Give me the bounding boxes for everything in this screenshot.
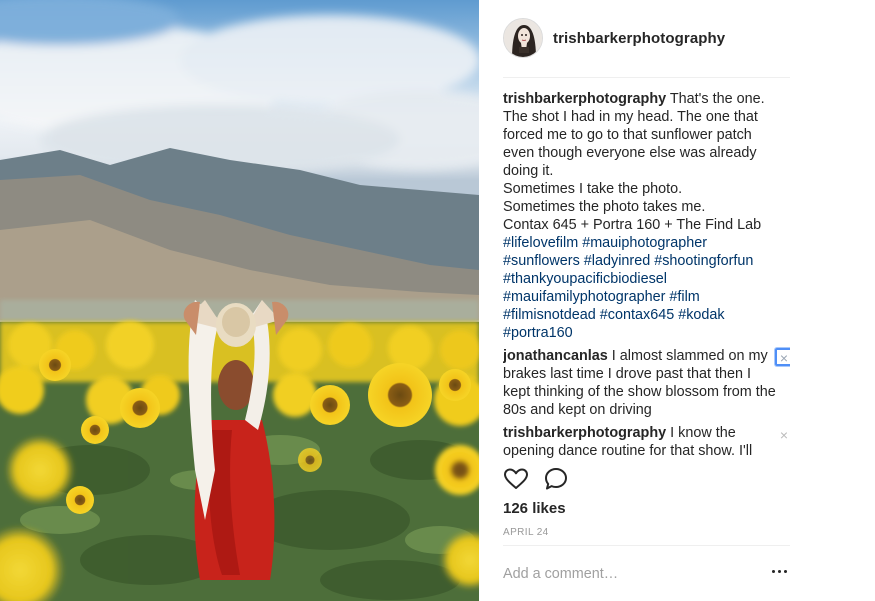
comment-username-link[interactable]: jonathancanlas bbox=[503, 348, 608, 364]
comment-item: trishbarkerphotography I know the openin… bbox=[503, 424, 790, 458]
post-header: trishbarkerphotography bbox=[503, 18, 790, 78]
hashtag-link[interactable]: #portra160 bbox=[503, 325, 573, 341]
add-comment-input[interactable] bbox=[503, 564, 753, 584]
caption-username-link[interactable]: trishbarkerphotography bbox=[503, 91, 666, 107]
hashtag-link[interactable]: #kodak bbox=[678, 307, 724, 323]
caption: trishbarkerphotography That's the one. T… bbox=[503, 90, 790, 342]
delete-comment-icon[interactable]: × bbox=[775, 425, 790, 443]
caption-text-3: Sometimes the photo takes me. bbox=[503, 199, 706, 215]
hashtag-link[interactable]: #contax645 bbox=[600, 307, 674, 323]
hashtag-link[interactable]: #sunflowers bbox=[503, 253, 580, 269]
hashtag-link[interactable]: #thankyoupacificbiodiesel bbox=[503, 271, 667, 287]
likes-count[interactable]: 126 likes bbox=[503, 500, 566, 517]
caption-text-2: Sometimes I take the photo. bbox=[503, 181, 683, 197]
hashtag-link[interactable]: #filmisnotdead bbox=[503, 307, 596, 323]
post-date[interactable]: APRIL 24 bbox=[503, 527, 549, 538]
sunflower-field-image bbox=[0, 0, 479, 601]
username-link[interactable]: trishbarkerphotography bbox=[553, 30, 725, 47]
post-details-pane: trishbarkerphotography trishbarkerphotog… bbox=[479, 0, 875, 601]
hashtag-link[interactable]: #film bbox=[669, 289, 699, 305]
more-options-icon[interactable] bbox=[772, 568, 788, 574]
avatar[interactable] bbox=[503, 18, 543, 58]
comments-list[interactable]: trishbarkerphotography That's the one. T… bbox=[503, 90, 790, 458]
caption-text-4: Contax 645 + Portra 160 + The Find Lab bbox=[503, 217, 762, 233]
hashtag-link[interactable]: #shootingforfun bbox=[654, 253, 753, 269]
hashtag-link[interactable]: #lifelovefilm bbox=[503, 235, 578, 251]
hashtag-link[interactable]: #ladyinred bbox=[584, 253, 650, 269]
heart-icon[interactable] bbox=[503, 466, 529, 492]
hashtag-link[interactable]: #mauifamilyphotographer bbox=[503, 289, 665, 305]
avatar-portrait-icon bbox=[504, 19, 542, 57]
delete-comment-icon[interactable]: × bbox=[775, 348, 790, 366]
post-photo[interactable] bbox=[0, 0, 479, 601]
comment-item: jonathancanlas I almost slammed on my br… bbox=[503, 347, 790, 419]
comment-username-link[interactable]: trishbarkerphotography bbox=[503, 425, 666, 441]
comment-icon[interactable] bbox=[543, 466, 569, 492]
hashtag-link[interactable]: #mauiphotographer bbox=[582, 235, 707, 251]
add-comment-bar bbox=[503, 545, 790, 601]
post-dialog: trishbarkerphotography trishbarkerphotog… bbox=[0, 0, 875, 601]
